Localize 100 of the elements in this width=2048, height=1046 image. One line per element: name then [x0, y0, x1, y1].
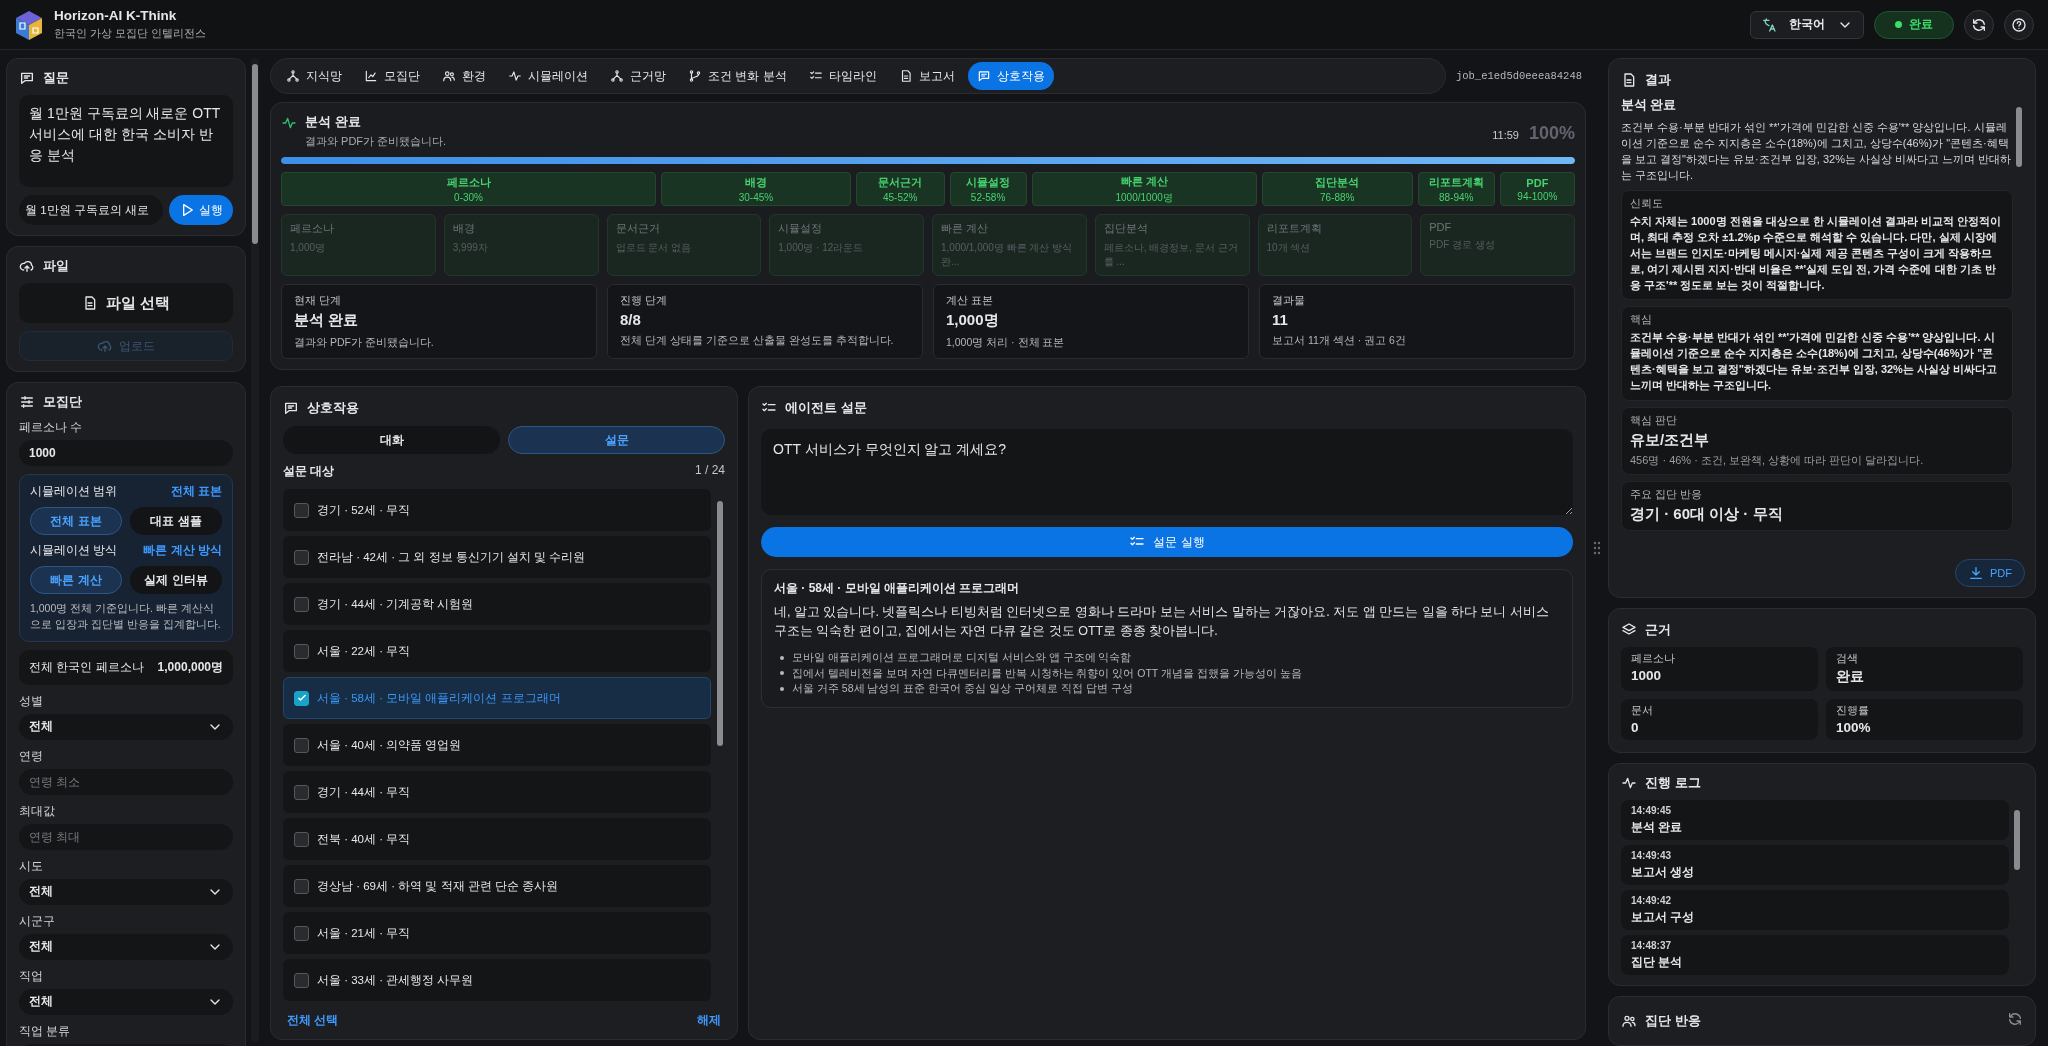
nav-tab[interactable]: 보고서: [889, 62, 964, 90]
checkbox[interactable]: [294, 643, 309, 659]
checkbox[interactable]: [294, 878, 309, 894]
stat-card: 진행률 100%: [1826, 699, 2023, 740]
cloud-upload-icon: [97, 338, 113, 354]
status-badge: 완료: [1874, 10, 1954, 39]
refresh-button[interactable]: [1964, 9, 1994, 40]
checkbox[interactable]: [294, 972, 309, 988]
survey-question-field[interactable]: OTT 서비스가 무엇인지 알고 계세요?: [761, 429, 1573, 515]
nav-tab[interactable]: 환경: [433, 62, 495, 90]
drag-handle-icon[interactable]: [1593, 541, 1601, 555]
scrollbar-thumb[interactable]: [2014, 810, 2020, 870]
pdf-download-button[interactable]: PDF: [1955, 559, 2025, 587]
target-row[interactable]: 서울 · 21세 · 무직: [283, 912, 711, 954]
segment-option[interactable]: 전체 표본: [30, 507, 122, 535]
field-label: 연령: [19, 747, 44, 765]
target-row[interactable]: 전라남 · 42세 · 그 외 정보 통신기기 설치 및 수리원: [283, 536, 711, 578]
question-field[interactable]: 월 1만원 구독료의 새로운 OTT 서비스에 대한 한국 소비자 반응 분석: [19, 95, 233, 187]
target-row[interactable]: 경기 · 52세 · 무직: [283, 489, 711, 531]
check-icon: [295, 692, 308, 704]
checkbox[interactable]: [294, 596, 309, 612]
section-title: 파일: [43, 257, 69, 275]
dropdown[interactable]: 전체: [19, 933, 233, 960]
target-row[interactable]: 경기 · 44세 · 무직: [283, 771, 711, 813]
stage-detail-card: 배경 3,999자: [443, 214, 599, 276]
dropdown[interactable]: 전체: [19, 713, 233, 740]
branch-icon: [688, 69, 702, 83]
nav-tab[interactable]: 타임라인: [799, 62, 886, 90]
checkbox[interactable]: [294, 549, 309, 565]
panel-title: 상호작용: [307, 399, 359, 417]
result-block: 주요 집단 반응 경기 · 60대 이상 · 무직: [1621, 481, 2013, 532]
target-row[interactable]: 서울 · 40세 · 의약품 영업원: [283, 724, 711, 766]
help-button[interactable]: [2004, 9, 2034, 40]
setting-label: 시뮬레이션 범위: [30, 483, 118, 500]
file-select-button[interactable]: 파일 선택: [19, 283, 233, 323]
section-title: 모집단: [43, 393, 82, 411]
cloud-upload-icon: [19, 258, 35, 274]
select-all-link[interactable]: 전체 선택: [287, 1012, 339, 1029]
segment-option[interactable]: 대표 샘플: [130, 507, 222, 535]
segment-option[interactable]: 실제 인터뷰: [130, 566, 222, 594]
panel-title: 결과: [1645, 71, 1671, 89]
bullet-icon: [780, 671, 784, 676]
field-label: 최대값: [19, 802, 56, 820]
checkbox[interactable]: [294, 784, 309, 800]
chat-icon: [976, 69, 991, 83]
nav-tab[interactable]: 지식망: [277, 62, 351, 90]
stage-chip: 빠른 계산 1000/1000명: [1031, 172, 1257, 206]
pulse-icon: [508, 69, 522, 83]
nav-tab[interactable]: 시뮬레이션: [499, 62, 597, 90]
mode-tab[interactable]: 설문: [508, 426, 725, 454]
target-row[interactable]: 전북 · 40세 · 무직: [283, 818, 711, 860]
checkbox[interactable]: [294, 831, 309, 847]
app-subtitle: 한국인 가상 모집단 인텔리전스: [54, 26, 207, 41]
field-label: 직업: [19, 967, 44, 985]
setting-label: 시뮬레이션 방식: [30, 542, 118, 559]
nav-tab[interactable]: 상호작용: [967, 62, 1054, 90]
total-label: 전체 한국인 페르소나: [29, 658, 144, 676]
bullet-icon: [780, 687, 784, 692]
survey-run-button[interactable]: 설문 실행: [761, 527, 1573, 557]
result-summary: 조건부 수용·부분 반대가 섞인 **'가격에 민감한 신중 수용'** 양상입니다. 시뮬레이션 기준으로 순수 지지층은 소수(18%)에 그치고, 상당수(46%)가 "콘텐츠·혜택을 보고 결정"하겠다는 유보·조건부 입장, 32%는 사실상 비싸다고 느끼며 반대하는 구조입니다.: [1621, 120, 2013, 183]
run-button[interactable]: 실행: [169, 195, 233, 225]
summary-card: 진행 단계 8/8 전체 단계 상태를 기준으로 산출물 완성도를 추적합니다.: [607, 284, 923, 359]
target-row[interactable]: 서울 · 22세 · 무직: [283, 630, 711, 672]
persona-count-field[interactable]: 1000: [19, 440, 233, 466]
stage-chip: 문서근거 45-52%: [855, 172, 945, 206]
field-label: 페르소나 수: [19, 419, 84, 436]
scrollbar-thumb[interactable]: [2016, 107, 2022, 167]
target-row[interactable]: 경상남 · 69세 · 하역 및 적재 관련 단순 종사원: [283, 865, 711, 907]
list-title: 설문 대상: [283, 463, 335, 480]
field-label: 시도: [19, 857, 44, 875]
result-block: 핵심 판단 유보/조건부 456명 · 46% · 조건, 보완책, 상황에 따라 판단이 달라집니다.: [1621, 407, 2013, 476]
checkbox[interactable]: [294, 502, 309, 518]
log-entry: 14:49:42 보고서 구성: [1621, 890, 2009, 930]
nav-tab[interactable]: 조건 변화 분석: [679, 62, 796, 90]
target-row[interactable]: 경기 · 44세 · 기계공학 시험원: [283, 583, 711, 625]
clear-link[interactable]: 해제: [697, 1012, 721, 1029]
segment-option[interactable]: 빠른 계산: [30, 566, 122, 594]
language-select[interactable]: 한국어: [1750, 10, 1864, 39]
stage-chip: 시뮬설정 52-58%: [949, 172, 1027, 206]
stage-chip: PDF 94-100%: [1499, 172, 1575, 206]
checkbox[interactable]: [294, 690, 309, 706]
scrollbar-thumb[interactable]: [717, 501, 723, 746]
mode-tab[interactable]: 대화: [283, 426, 500, 454]
help-icon: [2011, 16, 2027, 33]
dropdown[interactable]: 전체: [19, 988, 233, 1015]
question-input[interactable]: 월 1만원 구독료의 새로: [19, 195, 163, 225]
checkbox[interactable]: [294, 737, 309, 753]
progress-subtitle: 결과와 PDF가 준비됐습니다.: [305, 134, 447, 149]
nav-tab[interactable]: 근거망: [601, 62, 675, 90]
page-counter: 1 / 24: [694, 463, 725, 479]
app-title: Horizon-AI K-Think: [54, 8, 178, 23]
target-row[interactable]: 서울 · 33세 · 관세행정 사무원: [283, 959, 711, 1001]
scrollbar-thumb[interactable]: [252, 64, 258, 244]
nav-tab[interactable]: 모집단: [355, 62, 429, 90]
input-field[interactable]: 연령 최소: [19, 768, 233, 795]
progress-title: 분석 완료: [305, 113, 362, 131]
dropdown[interactable]: 전체: [19, 878, 233, 905]
response-note: 집에서 텔레비전을 보며 자연 다큐멘터리를 반복 시청하는 취향이 있어 OTT 개념을 접했을 가능성이 높음: [792, 665, 1302, 681]
input-field[interactable]: 연령 최대: [19, 823, 233, 850]
checkbox[interactable]: [294, 925, 309, 941]
